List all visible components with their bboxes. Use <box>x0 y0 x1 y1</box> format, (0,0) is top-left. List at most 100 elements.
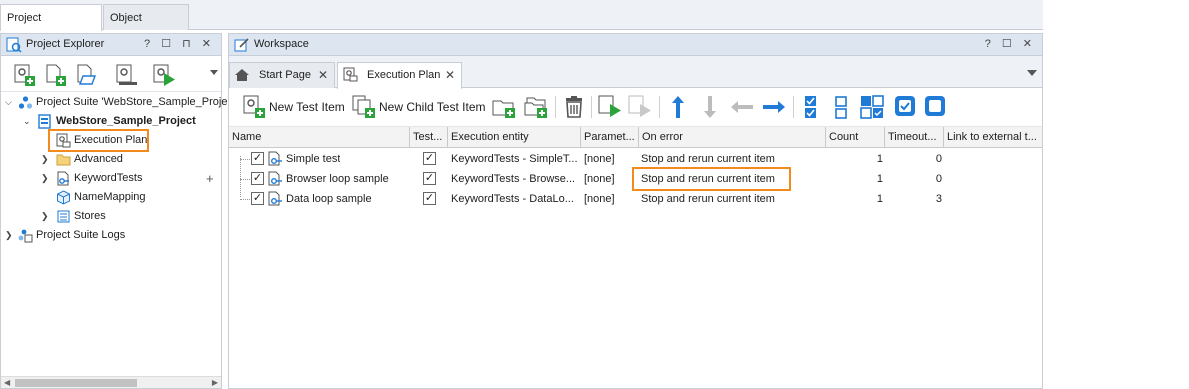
collapse-arrow-icon[interactable]: ⌵ <box>5 93 12 112</box>
panel-title: Project Explorer <box>26 38 105 50</box>
tree-item-name-mapping[interactable]: NameMapping <box>1 188 221 207</box>
tree-guide-line <box>240 159 250 160</box>
column-header-count[interactable]: Count <box>826 127 885 147</box>
column-header-on-error[interactable]: On error <box>639 127 826 147</box>
new-child-test-item-icon <box>352 95 375 118</box>
expand-arrow-icon[interactable]: ❯ <box>41 169 49 188</box>
button-label: New Child Test Item <box>379 100 486 114</box>
run-selected-icon[interactable] <box>597 94 623 120</box>
expand-arrow-icon[interactable]: ❯ <box>41 150 49 169</box>
move-up-arrow-icon[interactable] <box>667 94 689 120</box>
document-tab-bar: Start Page ✕ Execution Plan ✕ <box>229 56 1042 89</box>
add-existing-item-icon[interactable] <box>73 62 99 88</box>
toolbar-separator <box>555 96 556 118</box>
button-label: New Test Item <box>269 100 345 114</box>
column-header-execution-entity[interactable]: Execution entity <box>448 127 581 147</box>
delete-trash-icon[interactable] <box>561 94 587 120</box>
tree-item-label: Advanced <box>74 153 123 165</box>
add-item-plus-icon[interactable]: + <box>206 169 214 188</box>
column-header-test[interactable]: Test... <box>410 127 448 147</box>
grid-header: Name Test... Execution entity Paramet...… <box>229 127 1042 148</box>
close-icon[interactable]: ✕ <box>318 63 328 87</box>
cell-parameters: [none] <box>584 173 615 185</box>
tree-guide-line <box>240 179 250 180</box>
cell-on-error[interactable]: Stop and rerun current item <box>641 189 775 209</box>
explorer-toolbar <box>1 56 221 92</box>
tabs-dropdown-icon[interactable] <box>1027 70 1037 76</box>
horizontal-scrollbar[interactable]: ◀ ▶ <box>1 376 221 388</box>
cell-name: Data loop sample <box>286 193 372 205</box>
add-project-icon[interactable] <box>11 62 37 88</box>
keyword-tests-icon <box>57 171 69 186</box>
tree-item-label: Project Suite 'WebStore_Sample_Proje <box>36 96 228 108</box>
tree-item-keyword-tests[interactable]: ❯ KeywordTests + <box>1 169 221 188</box>
suite-logs-icon <box>18 229 33 243</box>
execution-plan-icon <box>343 67 358 82</box>
column-header-name[interactable]: Name <box>229 127 410 147</box>
toggle-uncheck-icon[interactable] <box>923 94 947 118</box>
name-mapping-icon <box>57 190 70 205</box>
scroll-right-icon[interactable]: ▶ <box>212 377 218 389</box>
column-header-link-external[interactable]: Link to external t... <box>944 127 1042 147</box>
tree-item-suite-logs[interactable]: ❯ Project Suite Logs <box>1 226 221 245</box>
highlight-box <box>48 129 149 152</box>
test-checkbox[interactable]: ✓ <box>423 152 436 165</box>
table-row[interactable]: ✓ Data loop sample ✓ KeywordTests - Data… <box>229 189 1042 209</box>
cell-timeout: 3 <box>935 193 942 205</box>
highlight-box <box>632 167 791 191</box>
cell-on-error[interactable]: Stop and rerun current item <box>641 149 775 169</box>
panel-title: Workspace <box>254 38 309 50</box>
keyword-test-item-icon <box>268 151 282 166</box>
cell-execution-entity: KeywordTests - DataLo... <box>451 193 574 205</box>
new-child-test-item-button[interactable]: New Child Test Item <box>351 94 491 120</box>
tree-item-advanced[interactable]: ❯ Advanced <box>1 150 221 169</box>
test-checkbox[interactable]: ✓ <box>423 172 436 185</box>
project-properties-icon[interactable] <box>113 62 139 88</box>
check-children-icon[interactable] <box>859 94 885 120</box>
cell-parameters: [none] <box>584 153 615 165</box>
panel-window-controls[interactable]: ? ☐ ✕ <box>985 37 1036 50</box>
workspace-header: Workspace ? ☐ ✕ <box>229 34 1042 56</box>
run-item-disabled-icon <box>628 95 651 117</box>
expand-arrow-icon[interactable]: ❯ <box>5 226 13 245</box>
add-new-item-icon[interactable] <box>42 62 68 88</box>
check-all-icon[interactable] <box>801 94 823 120</box>
column-header-parameters[interactable]: Paramet... <box>581 127 639 147</box>
tree-item-label: KeywordTests <box>74 172 143 184</box>
new-test-item-button[interactable]: New Test Item <box>241 94 351 120</box>
cell-timeout: 0 <box>935 153 942 165</box>
toggle-check-icon[interactable] <box>893 94 917 118</box>
scrollbar-thumb[interactable] <box>15 379 137 387</box>
toolbar-separator <box>659 96 660 118</box>
project-suite-icon <box>18 96 33 109</box>
column-header-timeout[interactable]: Timeout... <box>885 127 944 147</box>
panel-window-controls[interactable]: ? ☐ ⊓ ✕ <box>144 37 215 50</box>
row-enabled-checkbox[interactable]: ✓ <box>251 152 264 165</box>
row-enabled-checkbox[interactable]: ✓ <box>251 192 264 205</box>
keyword-test-item-icon <box>268 191 282 206</box>
tab-execution-plan[interactable]: Execution Plan ✕ <box>337 62 462 89</box>
tree-item-stores[interactable]: ❯ Stores <box>1 207 221 226</box>
test-checkbox[interactable]: ✓ <box>423 192 436 205</box>
uncheck-all-icon[interactable] <box>831 94 853 120</box>
tab-object-browser[interactable]: Object Browser <box>103 4 189 50</box>
run-project-icon[interactable] <box>151 62 177 88</box>
move-down-arrow-icon <box>704 96 716 118</box>
tab-project-workspace[interactable]: Project Workspace <box>0 4 102 50</box>
tree-item-project-suite[interactable]: ⌵ Project Suite 'WebStore_Sample_Proje <box>1 93 227 112</box>
collapse-arrow-icon[interactable]: ⌄ <box>23 112 31 131</box>
project-explorer-icon <box>6 37 22 53</box>
scroll-left-icon[interactable]: ◀ <box>4 377 10 389</box>
cell-parameters: [none] <box>584 193 615 205</box>
toolbar-overflow-dropdown[interactable] <box>210 70 218 75</box>
expand-arrow-icon[interactable]: ❯ <box>41 207 49 226</box>
add-child-folder-icon[interactable] <box>523 94 549 120</box>
move-right-arrow-icon[interactable] <box>761 96 787 118</box>
toolbar-separator <box>793 96 794 118</box>
add-folder-icon[interactable] <box>491 94 517 120</box>
row-enabled-checkbox[interactable]: ✓ <box>251 172 264 185</box>
close-icon[interactable]: ✕ <box>445 63 455 87</box>
table-row[interactable]: ✓ Simple test ✓ KeywordTests - SimpleT..… <box>229 149 1042 169</box>
project-explorer-header: Project Explorer ? ☐ ⊓ ✕ <box>1 34 221 56</box>
tab-start-page[interactable]: Start Page ✕ <box>229 62 335 88</box>
